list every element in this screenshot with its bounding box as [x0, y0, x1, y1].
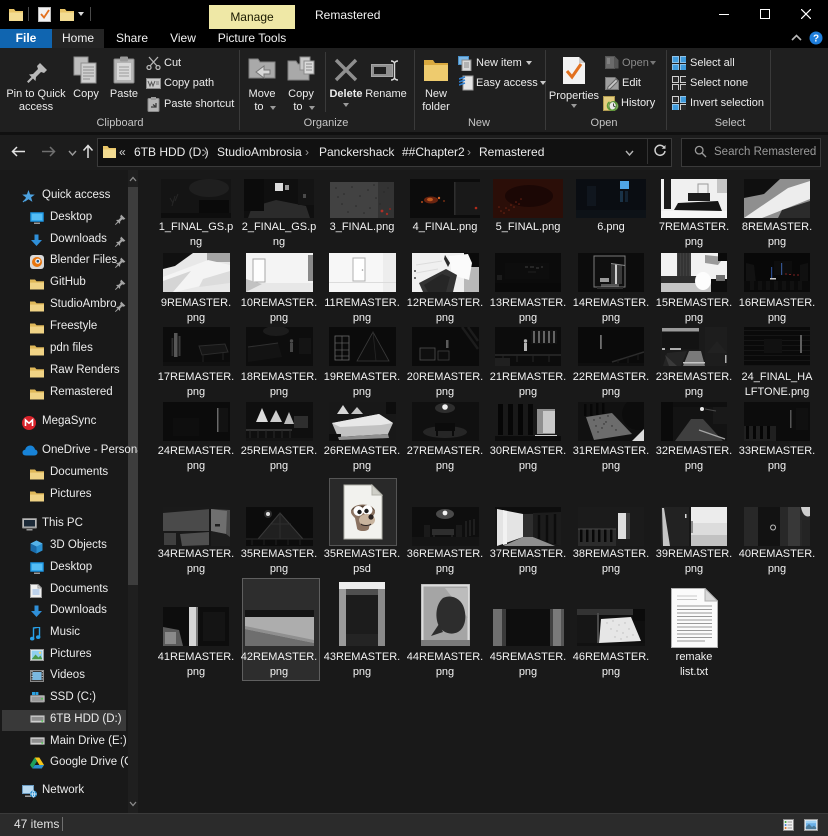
- svg-text:?: ?: [813, 34, 819, 45]
